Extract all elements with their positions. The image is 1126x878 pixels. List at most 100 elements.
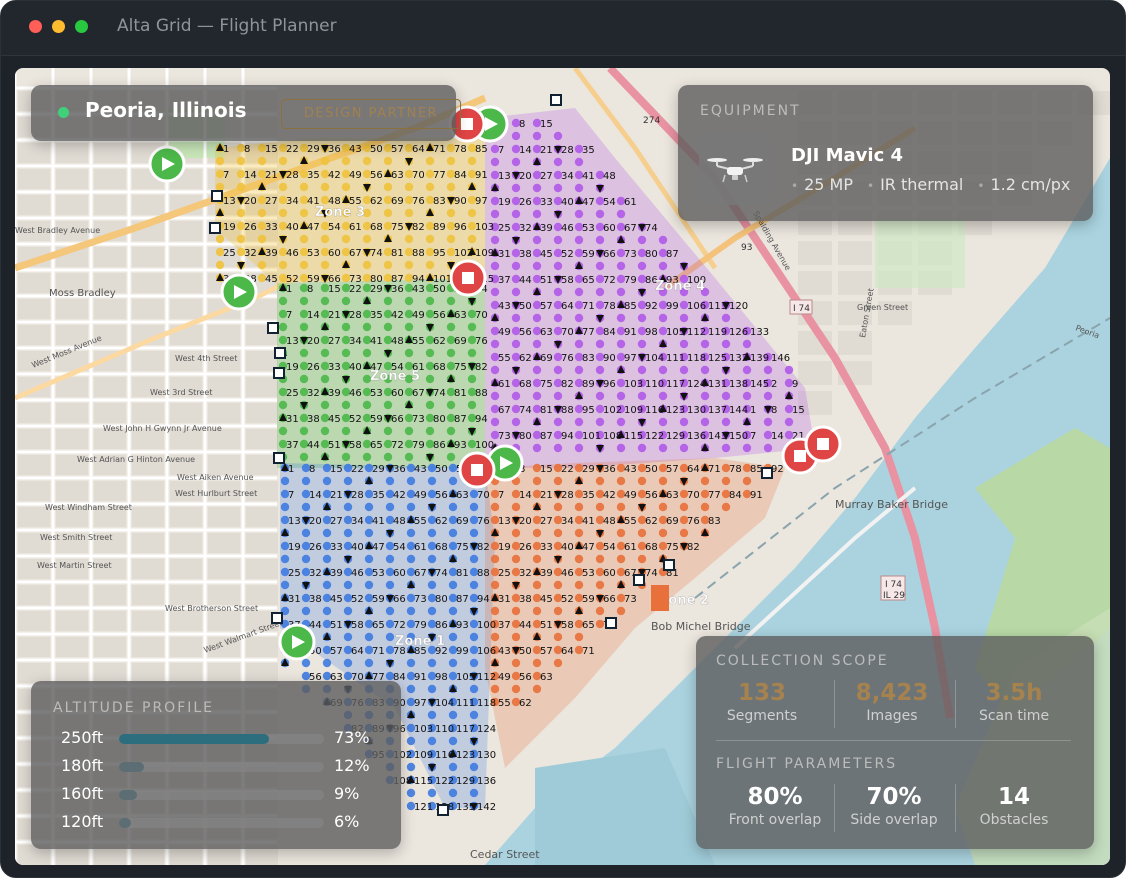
waypoint-number: 42 xyxy=(603,490,616,501)
spec-gsd: 1.2 cm/px xyxy=(977,175,1070,194)
waypoint-number: 93 xyxy=(454,440,467,451)
waypoint-number: 48 xyxy=(391,336,404,347)
waypoint-number: 40 xyxy=(561,197,574,208)
street-label-bradley: West Bradley Avenue xyxy=(15,226,100,235)
altitude-bar-track xyxy=(119,762,324,772)
waypoint-number: 29 xyxy=(582,464,595,475)
waypoint-number: 7 xyxy=(498,490,504,501)
waypoint-dot xyxy=(446,208,456,218)
waypoint-number: 115 xyxy=(624,431,643,442)
waypoint-dot xyxy=(763,365,773,375)
waypoint-dot xyxy=(362,260,372,270)
stat-obstacles: 14 Obstacles xyxy=(954,784,1074,828)
waypoint-dot xyxy=(362,348,372,358)
waypoint-number: 146 xyxy=(771,353,790,364)
waypoint-dot xyxy=(532,528,542,538)
waypoint-dot xyxy=(257,156,267,166)
waypoint-dot xyxy=(511,658,521,668)
city-block xyxy=(208,611,240,631)
waypoint-number: 45 xyxy=(265,274,278,285)
park-2 xyxy=(875,218,965,288)
waypoint-number: 77 xyxy=(582,327,595,338)
waypoint-number: 144 xyxy=(729,405,748,416)
minimize-window-button[interactable] xyxy=(52,20,65,33)
waypoint-number: 62 xyxy=(519,698,532,709)
waypoint-dot xyxy=(301,658,311,668)
waypoint-number: 62 xyxy=(435,516,448,527)
waypoint-number: 81 xyxy=(540,405,553,416)
waypoint-dot xyxy=(280,580,290,590)
city-block xyxy=(838,241,872,265)
waypoint-number: 22 xyxy=(349,284,362,295)
waypoint-dot xyxy=(742,365,752,375)
waypoint-dot xyxy=(574,235,584,245)
waypoint-number: 90 xyxy=(603,353,616,364)
altitude-bar-fill xyxy=(119,734,269,744)
city-block xyxy=(132,611,164,631)
waypoint-number: 97 xyxy=(475,196,488,207)
waypoint-dot xyxy=(467,374,477,384)
waypoint-number: 26 xyxy=(309,542,322,553)
waypoint-number: 15 xyxy=(540,119,553,130)
waypoint-number: 28 xyxy=(286,170,299,181)
maximize-window-button[interactable] xyxy=(75,20,88,33)
waypoint-dot xyxy=(553,391,563,401)
waypoint-number: 85 xyxy=(624,301,637,312)
waypoint-dot xyxy=(679,417,689,427)
waypoint-number: 35 xyxy=(372,490,385,501)
waypoint-number: 79 xyxy=(624,275,637,286)
altitude-value: 120ft xyxy=(61,812,104,831)
waypoint-number: 29 xyxy=(372,464,385,475)
waypoint-number: 87 xyxy=(540,431,553,442)
waypoint-number: 57 xyxy=(540,646,553,657)
waypoint-number: 56 xyxy=(433,310,446,321)
waypoint-dot xyxy=(490,365,500,375)
waypoint-number: 48 xyxy=(603,516,616,527)
waypoint-dot xyxy=(299,260,309,270)
stat-value: 3.5h xyxy=(985,680,1043,706)
street-label-brotherson: West Brotherson Street xyxy=(165,604,258,613)
waypoint-number: 35 xyxy=(582,490,595,501)
stat-value: 80% xyxy=(747,784,803,810)
waypoint-dot xyxy=(469,684,479,694)
waypoint-number: 42 xyxy=(393,490,406,501)
spec-resolution: 25 MP xyxy=(791,175,853,194)
waypoint-dot xyxy=(721,502,731,512)
waypoint-dot xyxy=(616,417,626,427)
waypoint-number: 7 xyxy=(498,145,504,156)
waypoint-dot xyxy=(362,400,372,410)
waypoint-dot xyxy=(742,391,752,401)
altitude-percent: 73% xyxy=(334,728,370,747)
waypoint-number: 85 xyxy=(475,144,488,155)
city-block xyxy=(132,351,164,371)
city-block xyxy=(18,169,50,189)
stat-value: 14 xyxy=(997,784,1030,810)
waypoint-dot xyxy=(341,182,351,192)
waypoint-number: 13 xyxy=(223,196,236,207)
waypoint-number: 65 xyxy=(372,620,385,631)
waypoint-dot xyxy=(322,476,332,486)
waypoint-dot xyxy=(679,365,689,375)
waypoint-number: 95 xyxy=(433,248,446,259)
waypoint-dot xyxy=(532,209,542,219)
waypoint-dot xyxy=(532,261,542,271)
waypoint-dot xyxy=(448,736,458,746)
waypoint-dot xyxy=(763,443,773,453)
waypoint-number: 26 xyxy=(519,542,532,553)
street-label-aiken: West Aiken Avenue xyxy=(177,473,254,482)
waypoint-number: 46 xyxy=(351,568,364,579)
waypoint-dot xyxy=(406,762,416,772)
city-block xyxy=(208,585,240,605)
waypoint-number: 27 xyxy=(540,171,553,182)
waypoint-dot xyxy=(679,502,689,512)
waypoint-number: 62 xyxy=(370,196,383,207)
close-window-button[interactable] xyxy=(29,20,42,33)
waypoint-number: 47 xyxy=(372,542,385,553)
waypoint-dot xyxy=(595,391,605,401)
waypoint-dot xyxy=(616,554,626,564)
city-block xyxy=(132,637,164,657)
street-label-green: Green Street xyxy=(857,303,908,312)
city-block xyxy=(94,663,126,683)
waypoint-dot xyxy=(490,684,500,694)
waypoint-number: 34 xyxy=(561,171,574,182)
